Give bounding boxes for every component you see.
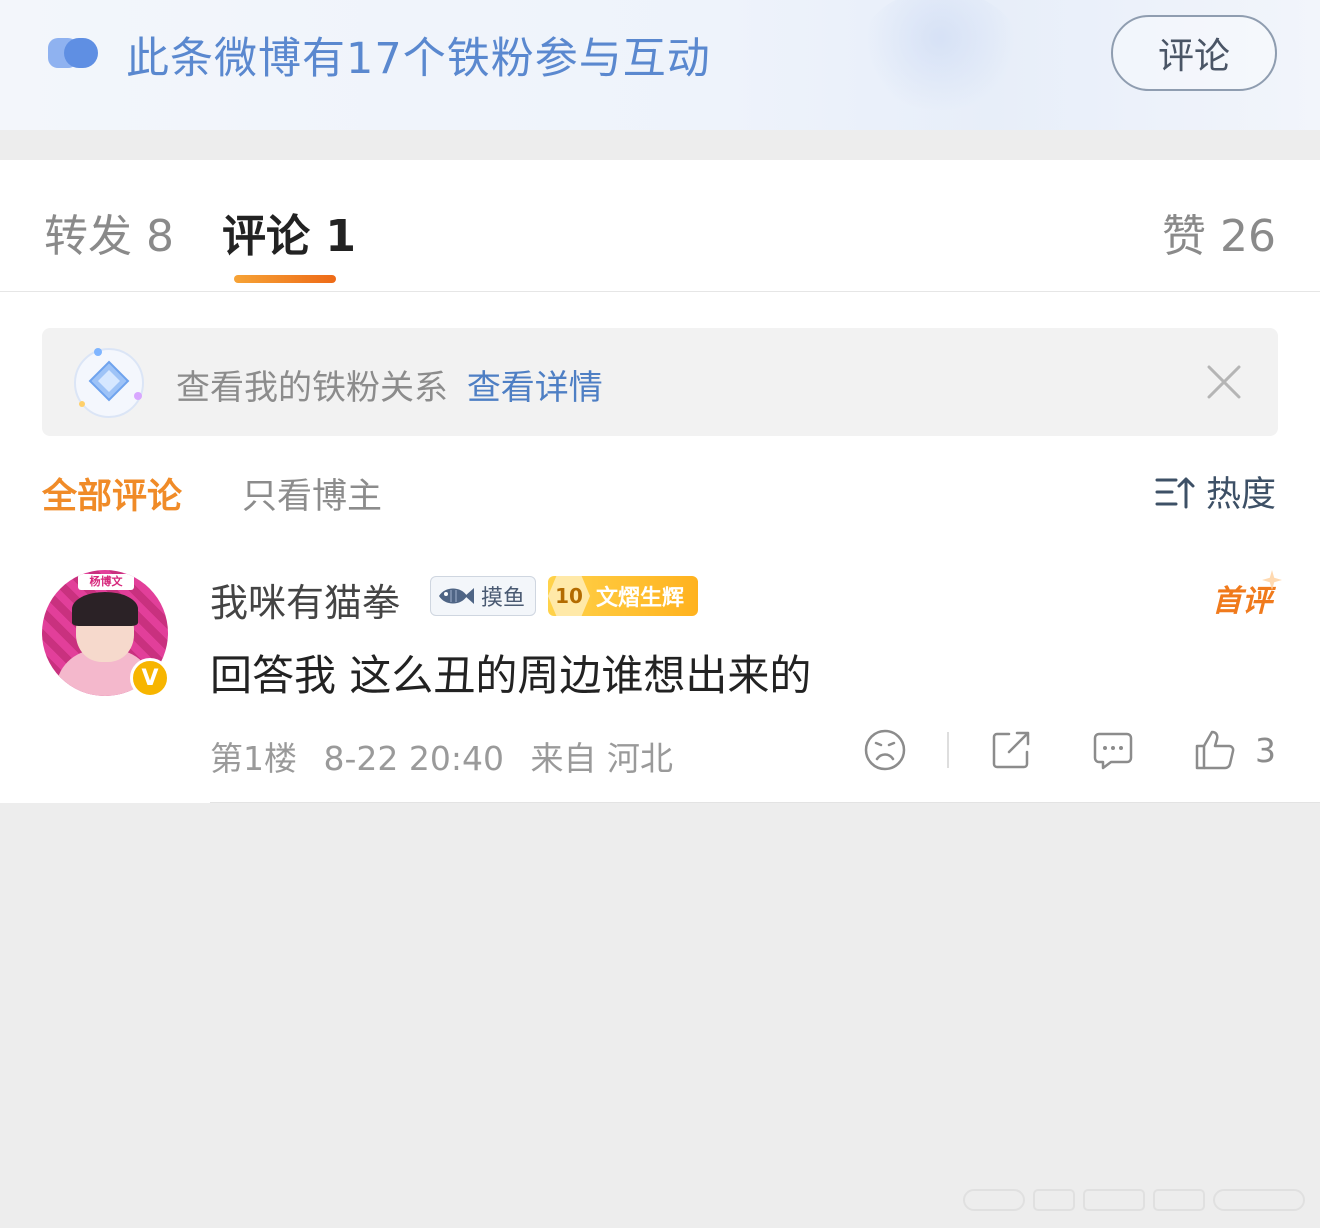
badge-wenxi[interactable]: 10 文熠生辉 [548, 576, 698, 616]
fan-relation-text: 查看我的铁粉关系 查看详情 [176, 360, 603, 409]
active-tab-indicator [234, 275, 336, 283]
avatar-container[interactable]: 杨博文 V [42, 570, 170, 698]
comment-floor: 第1楼 [210, 739, 297, 778]
comment-username[interactable]: 我咪有猫拳 [210, 572, 400, 627]
badge-moyu[interactable]: 摸鱼 [430, 576, 536, 616]
fans-banner: 此条微博有17个铁粉参与互动 评论 [0, 0, 1320, 130]
comment-actions: 3 [863, 722, 1276, 778]
reply-icon [1093, 732, 1133, 770]
tab-comment[interactable]: 评论 1 [222, 200, 356, 264]
divider [210, 802, 1320, 803]
comments-panel: 转发 8 评论 1 赞 26 查看我的铁粉关系 查看详情 全部评论 只看博主 热… [0, 160, 1320, 803]
like-button[interactable]: 3 [1193, 728, 1276, 772]
comment-meta: 第1楼 8-22 20:40 来自 河北 [210, 732, 689, 780]
fan-relation-bar[interactable]: 查看我的铁粉关系 查看详情 [42, 328, 1278, 436]
sort-button[interactable]: 热度 [1154, 466, 1276, 517]
banner-comment-button[interactable]: 评论 [1111, 15, 1277, 91]
share-button[interactable] [989, 728, 1033, 772]
avatar-tag: 杨博文 [78, 574, 134, 590]
sort-label: 热度 [1205, 475, 1276, 515]
tab-like[interactable]: 赞 26 [1162, 200, 1276, 264]
reply-button[interactable] [1091, 728, 1135, 772]
fish-icon [439, 588, 474, 604]
fans-interaction-text: 此条微博有17个铁粉参与互动 [126, 34, 711, 84]
thumbs-up-icon [1195, 730, 1235, 770]
view-details-link[interactable]: 查看详情 [467, 368, 603, 408]
avatar-hair [72, 592, 138, 626]
share-icon [992, 731, 1030, 769]
tab-forward[interactable]: 转发 8 [44, 200, 174, 264]
sort-icon [1155, 477, 1195, 508]
badge-level: 10 [548, 576, 590, 616]
badge-moyu-label: 摸鱼 [481, 586, 526, 611]
filter-all-comments[interactable]: 全部评论 [42, 468, 182, 519]
frown-icon [864, 729, 906, 771]
first-comment-label: 首评 [1212, 576, 1272, 620]
close-icon[interactable] [1206, 364, 1242, 400]
like-count: 3 [1255, 730, 1276, 770]
banner-decoration [860, 0, 1020, 110]
badge-wenxi-label: 文熠生辉 [596, 586, 685, 611]
comment-item: 杨博文 V 我咪有猫拳 摸鱼 10 文熠生辉 首评 回答我 这么丑的周边谁想出来… [0, 560, 1320, 803]
comment-filters: 全部评论 只看博主 热度 [0, 460, 1320, 520]
comment-text: 回答我 这么丑的周边谁想出来的 [210, 651, 812, 700]
fans-icon [48, 38, 98, 68]
comment-source: 来自 河北 [530, 739, 674, 778]
tab-bar: 转发 8 评论 1 赞 26 [0, 160, 1320, 292]
comment-time: 8-22 20:40 [323, 739, 505, 778]
filter-author-only[interactable]: 只看博主 [242, 468, 382, 519]
fan-relation-label: 查看我的铁粉关系 [176, 368, 448, 408]
verified-icon: V [130, 658, 170, 698]
watermark [963, 1189, 1305, 1211]
diamond-icon [74, 348, 144, 418]
action-divider [947, 732, 949, 768]
dislike-button[interactable] [863, 728, 907, 772]
